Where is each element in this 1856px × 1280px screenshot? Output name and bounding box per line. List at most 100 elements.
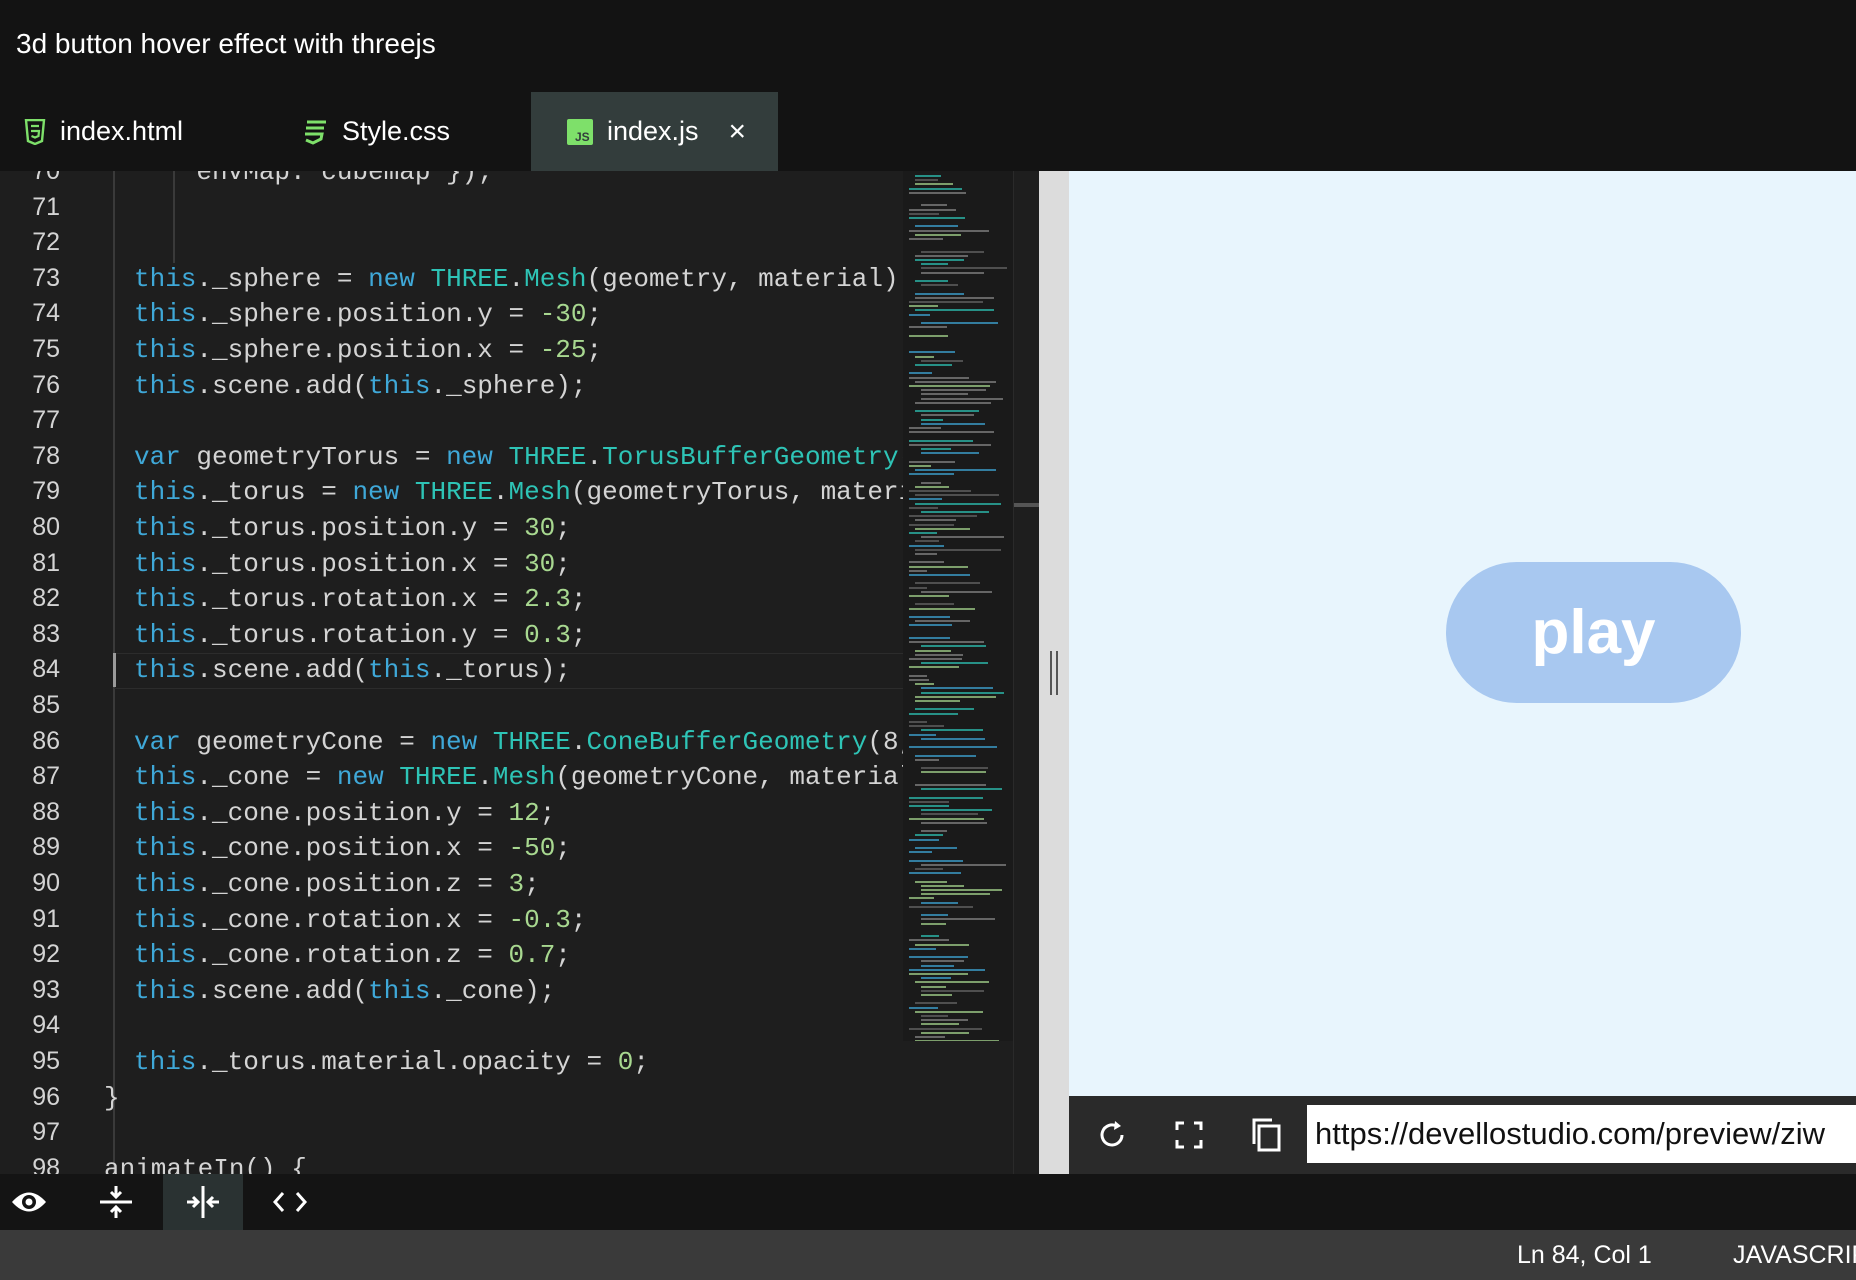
minimap-line (921, 645, 987, 648)
minimap-line (909, 897, 934, 900)
code-token: this (134, 940, 197, 971)
minimap-line (921, 393, 969, 396)
copy-url-button[interactable] (1244, 1112, 1290, 1158)
code-token: ; (555, 833, 571, 864)
code-token: ._cone.position.x = (196, 833, 509, 864)
tab-style-css[interactable]: Style.css (302, 92, 532, 171)
code-token: ._sphere); (430, 370, 587, 401)
minimap-line (909, 460, 956, 463)
minimap-line (915, 943, 970, 946)
code-token: 12 (508, 797, 540, 828)
code-token: ._cone.rotation.z = (196, 940, 509, 971)
code-token: THREE (430, 263, 509, 294)
code-token: . (508, 263, 525, 294)
minimap-line (921, 977, 951, 980)
tab-label: index.html (60, 116, 184, 146)
code-token: (8, 1 (867, 726, 903, 757)
tab-label: Style.css (342, 116, 451, 146)
code-token: this (134, 548, 197, 579)
minimap-line (921, 536, 1004, 539)
code-token: new (336, 762, 384, 793)
code-editor[interactable]: 70 71 72 73 74 75 76 77 78 79 80 81 82 83 84 85 86 87 88 89… (0, 171, 903, 1174)
code-minimap[interactable] (903, 171, 1013, 1041)
minimap-line (909, 800, 949, 803)
code-token: . (570, 726, 587, 757)
language-mode[interactable]: JAVASCRIPT (1733, 1241, 1856, 1270)
minimap-line (921, 918, 996, 921)
minimap-line (915, 502, 1001, 505)
minimap-line (921, 989, 984, 992)
preview-toggle-button[interactable] (0, 1174, 58, 1230)
code-token: . (492, 477, 509, 508)
code-token: ; (633, 1047, 649, 1077)
minimap-line (909, 334, 948, 337)
minimap-line (915, 582, 980, 585)
tab-index-html[interactable]: index.html (24, 92, 264, 171)
close-icon[interactable]: × (729, 115, 747, 149)
minimap-line (921, 448, 952, 450)
code-token: geometryTorus = (180, 441, 447, 472)
code-line: } (104, 1083, 120, 1113)
minimap-line (915, 1040, 999, 1041)
code-token: THREE (414, 477, 493, 508)
fullscreen-button[interactable] (1166, 1112, 1212, 1158)
code-token: this (134, 655, 197, 686)
minimap-line (909, 641, 985, 644)
minimap-line (921, 985, 946, 988)
minimap-line (909, 376, 970, 379)
code-token: this (134, 1047, 197, 1077)
code-view-button[interactable] (250, 1174, 330, 1230)
minimap-line (909, 616, 950, 618)
vertical-layout-button[interactable] (163, 1174, 243, 1230)
minimap-line (909, 872, 961, 875)
code-token: ._torus.position.x = (196, 548, 525, 579)
minimap-line (915, 309, 994, 312)
code-token: THREE (399, 762, 478, 793)
code-line: this._cone.rotation.x = -0.3; (134, 905, 587, 935)
minimap-line (915, 175, 942, 177)
code-token: ; (555, 513, 571, 543)
minimap-line (909, 721, 928, 723)
pane-splitter[interactable] (1039, 171, 1069, 1174)
code-token: animateIn() { (104, 1153, 307, 1174)
minimap-line (909, 805, 950, 807)
code-token: ._torus.rotation.y = (196, 619, 525, 650)
code-area[interactable]: envMap: cubemap }); this._sphere = new TH… (0, 171, 903, 1174)
horizontal-layout-button[interactable] (76, 1174, 156, 1230)
url-input[interactable]: https://devellostudio.com/preview/ziw (1307, 1105, 1856, 1163)
refresh-button[interactable] (1089, 1112, 1135, 1158)
code-token: ._torus = (196, 477, 353, 508)
minimap-line (909, 569, 927, 572)
scrollbar-thumb[interactable] (1014, 503, 1039, 507)
code-line: this._cone.position.y = 12; (134, 798, 555, 828)
code-token: ; (570, 584, 587, 615)
minimap-line (915, 548, 1002, 551)
minimap-line (915, 259, 964, 261)
editor-scrollbar[interactable] (1013, 171, 1040, 1174)
minimap-line (915, 603, 954, 606)
code-token: ._sphere = (196, 263, 369, 294)
minimap-line (909, 464, 932, 467)
minimap-line (915, 553, 937, 555)
code-token: this (134, 904, 197, 935)
minimap-line (915, 469, 996, 471)
play-button[interactable]: play (1446, 562, 1741, 703)
minimap-line (921, 687, 993, 690)
minimap-line (921, 994, 952, 996)
preview-url-bar: https://devellostudio.com/preview/ziw (1069, 1096, 1856, 1174)
minimap-line (909, 838, 939, 841)
tab-index-js[interactable]: JS index.js × (531, 92, 778, 171)
status-bar: Ln 84, Col 1 JAVASCRIPT (0, 1230, 1856, 1280)
code-token: 30 (524, 513, 556, 543)
code-token: -25 (539, 335, 587, 365)
minimap-line (909, 191, 967, 194)
code-token: ._cone.rotation.x = (196, 904, 509, 935)
code-line: this._sphere = new THREE.Mesh(geometry, … (134, 264, 903, 294)
code-token: ._cone = (196, 762, 337, 793)
minimap-line (921, 1015, 949, 1017)
drag-handle-icon[interactable] (1050, 651, 1058, 695)
minimap-line (909, 473, 955, 476)
code-token: Mesh (524, 263, 587, 294)
code-token: this (134, 513, 197, 543)
minimap-line (915, 700, 960, 702)
